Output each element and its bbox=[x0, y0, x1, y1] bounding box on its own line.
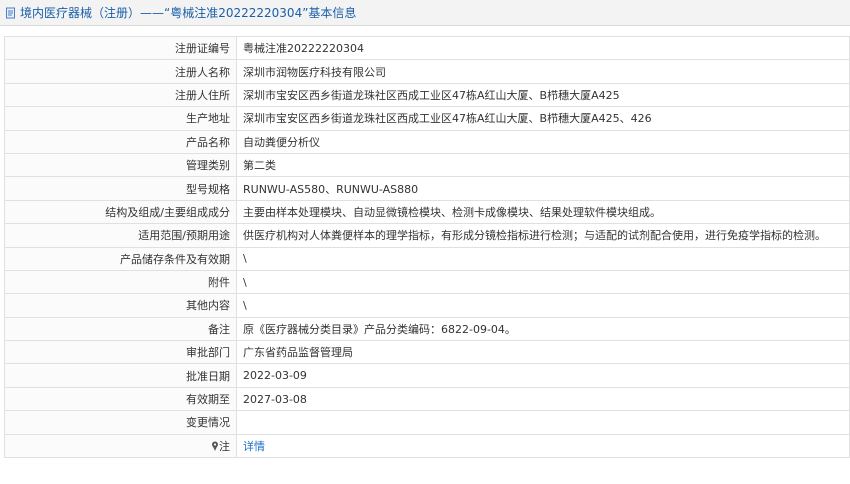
row-value: 供医疗机构对人体粪便样本的理学指标，有形成分镜检指标进行检测；与适配的试剂配合使… bbox=[236, 223, 850, 248]
detail-table: 注册证编号 粤械注准20222220304 注册人名称 深圳市润物医疗科技有限公… bbox=[4, 35, 850, 459]
row-value: 自动粪便分析仪 bbox=[236, 129, 850, 154]
table-row: 型号规格 RUNWU-AS580、RUNWU-AS880 bbox=[4, 176, 850, 201]
row-label: 产品储存条件及有效期 bbox=[4, 246, 237, 271]
row-label: 变更情况 bbox=[4, 410, 237, 435]
table-row: 结构及组成/主要组成成分 主要由样本处理模块、自动显微镜检模块、检测卡成像模块、… bbox=[4, 199, 850, 225]
page-header: 境内医疗器械（注册）——“粤械注准20222220304”基本信息 bbox=[0, 0, 850, 26]
row-value: 深圳市宝安区西乡街道龙珠社区西成工业区47栋A红山大厦、B栉穗大厦A425、42… bbox=[236, 106, 850, 131]
row-value: 原《医疗器械分类目录》产品分类编码：6822-09-04。 bbox=[236, 316, 850, 342]
table-row: 变更情况 bbox=[4, 410, 850, 435]
table-row: 有效期至 2027-03-08 bbox=[4, 386, 850, 412]
table-row: 产品储存条件及有效期 \ bbox=[4, 246, 850, 271]
table-row: 其他内容 \ bbox=[4, 293, 850, 318]
table-row: 附件 \ bbox=[4, 269, 850, 295]
row-label: 注册人住所 bbox=[4, 82, 237, 108]
row-label: 审批部门 bbox=[4, 340, 237, 365]
row-value: 深圳市宝安区西乡街道龙珠社区西成工业区47栋A红山大厦、B栉穗大厦A425 bbox=[236, 82, 850, 108]
document-icon bbox=[4, 6, 18, 20]
note-value-cell: 详情 bbox=[236, 433, 850, 459]
row-value: 广东省药品监督管理局 bbox=[236, 340, 850, 365]
table-row: 产品名称 自动粪便分析仪 bbox=[4, 129, 850, 154]
row-label: 管理类别 bbox=[4, 152, 237, 178]
row-value bbox=[236, 410, 850, 435]
table-row: 生产地址 深圳市宝安区西乡街道龙珠社区西成工业区47栋A红山大厦、B栉穗大厦A4… bbox=[4, 106, 850, 131]
row-label: 附件 bbox=[4, 269, 237, 295]
row-value: \ bbox=[236, 293, 850, 318]
row-label: 注册证编号 bbox=[4, 35, 237, 61]
table-row: 审批部门 广东省药品监督管理局 bbox=[4, 340, 850, 365]
detail-table-wrapper: 注册证编号 粤械注准20222220304 注册人名称 深圳市润物医疗科技有限公… bbox=[0, 26, 850, 459]
row-value: 2027-03-08 bbox=[236, 386, 850, 412]
table-row-note: 注 详情 bbox=[4, 433, 850, 459]
table-row: 适用范围/预期用途 供医疗机构对人体粪便样本的理学指标，有形成分镜检指标进行检测… bbox=[4, 223, 850, 248]
note-label-cell: 注 bbox=[4, 433, 237, 459]
row-value: 粤械注准20222220304 bbox=[236, 35, 850, 61]
note-label: 注 bbox=[219, 439, 230, 453]
row-label: 结构及组成/主要组成成分 bbox=[4, 199, 237, 225]
row-label: 适用范围/预期用途 bbox=[4, 223, 237, 248]
table-row: 备注 原《医疗器械分类目录》产品分类编码：6822-09-04。 bbox=[4, 316, 850, 342]
row-value: 深圳市润物医疗科技有限公司 bbox=[236, 59, 850, 84]
details-link[interactable]: 详情 bbox=[243, 440, 265, 453]
row-label: 其他内容 bbox=[4, 293, 237, 318]
row-label: 有效期至 bbox=[4, 386, 237, 412]
row-value: 第二类 bbox=[236, 152, 850, 178]
table-row: 注册证编号 粤械注准20222220304 bbox=[4, 35, 850, 61]
row-label: 批准日期 bbox=[4, 363, 237, 388]
table-row: 注册人住所 深圳市宝安区西乡街道龙珠社区西成工业区47栋A红山大厦、B栉穗大厦A… bbox=[4, 82, 850, 108]
row-value: 2022-03-09 bbox=[236, 363, 850, 388]
row-value: \ bbox=[236, 246, 850, 271]
row-label: 生产地址 bbox=[4, 106, 237, 131]
row-label: 备注 bbox=[4, 316, 237, 342]
row-value: RUNWU-AS580、RUNWU-AS880 bbox=[236, 176, 850, 201]
table-row: 批准日期 2022-03-09 bbox=[4, 363, 850, 388]
row-label: 产品名称 bbox=[4, 129, 237, 154]
pin-icon bbox=[211, 441, 219, 451]
row-value: 主要由样本处理模块、自动显微镜检模块、检测卡成像模块、结果处理软件模块组成。 bbox=[236, 199, 850, 225]
row-value: \ bbox=[236, 269, 850, 295]
table-row: 管理类别 第二类 bbox=[4, 152, 850, 178]
page-title: 境内医疗器械（注册）——“粤械注准20222220304”基本信息 bbox=[20, 6, 357, 20]
row-label: 型号规格 bbox=[4, 176, 237, 201]
table-row: 注册人名称 深圳市润物医疗科技有限公司 bbox=[4, 59, 850, 84]
row-label: 注册人名称 bbox=[4, 59, 237, 84]
